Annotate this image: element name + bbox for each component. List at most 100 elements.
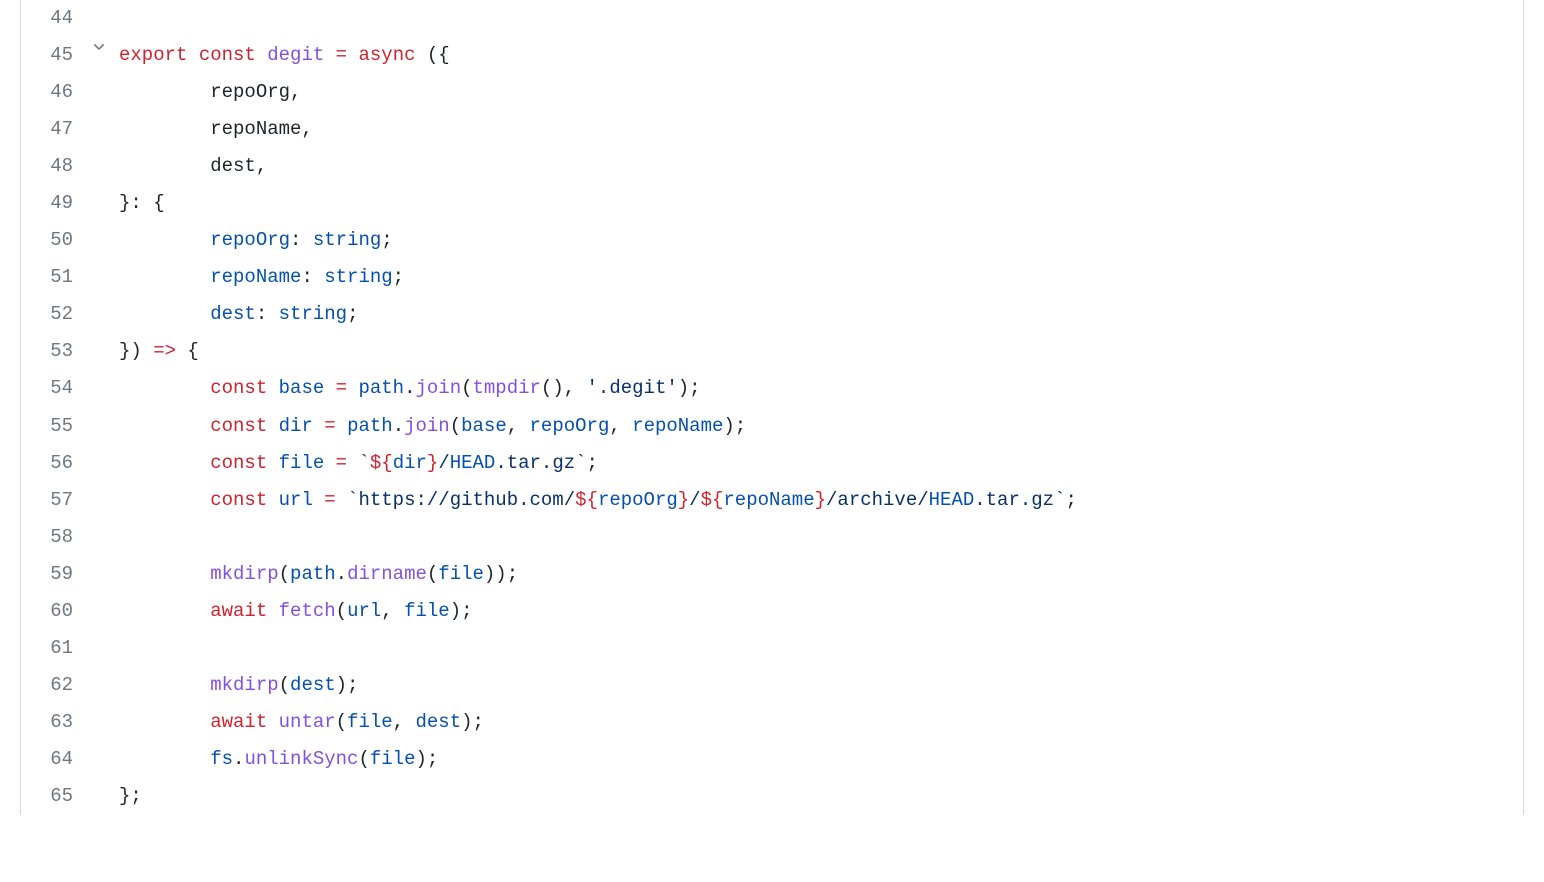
line-number[interactable]: 47 xyxy=(21,111,91,148)
line-number[interactable]: 61 xyxy=(21,630,91,667)
code-line[interactable]: 50 repoOrg: string; xyxy=(21,222,1523,259)
code-content[interactable]: await untar(file, dest); xyxy=(119,704,1523,741)
code-content[interactable]: mkdirp(dest); xyxy=(119,667,1523,704)
fold-toggle-icon[interactable] xyxy=(91,37,119,55)
code-line[interactable]: 57 const url = `https://github.com/${rep… xyxy=(21,482,1523,519)
syntax-token xyxy=(119,748,210,770)
line-number[interactable]: 54 xyxy=(21,370,91,407)
line-number[interactable]: 59 xyxy=(21,556,91,593)
line-number[interactable]: 55 xyxy=(21,408,91,445)
line-number[interactable]: 49 xyxy=(21,185,91,222)
code-line[interactable]: 54 const base = path.join(tmpdir(), '.de… xyxy=(21,370,1523,407)
syntax-token: , xyxy=(393,711,416,733)
code-content[interactable]: }; xyxy=(119,778,1523,815)
syntax-token xyxy=(267,377,278,399)
fold-gutter-spacer xyxy=(91,593,119,595)
syntax-token: ; xyxy=(381,229,392,251)
syntax-token xyxy=(267,711,278,733)
syntax-token: join xyxy=(415,377,461,399)
line-number[interactable]: 48 xyxy=(21,148,91,185)
line-number[interactable]: 65 xyxy=(21,778,91,815)
code-content[interactable]: dest, xyxy=(119,148,1523,185)
code-content[interactable]: await fetch(url, file); xyxy=(119,593,1523,630)
syntax-token: ); xyxy=(461,711,484,733)
code-line[interactable]: 56 const file = `${dir}/HEAD.tar.gz`; xyxy=(21,445,1523,482)
line-number[interactable]: 45 xyxy=(21,37,91,74)
code-content[interactable] xyxy=(119,519,1523,556)
syntax-token: fetch xyxy=(279,600,336,622)
code-content[interactable]: const file = `${dir}/HEAD.tar.gz`; xyxy=(119,445,1523,482)
code-line[interactable]: 61 xyxy=(21,630,1523,667)
syntax-token: /archive/ xyxy=(826,489,929,511)
syntax-token: fs xyxy=(210,748,233,770)
code-content[interactable]: export const degit = async ({ xyxy=(119,37,1523,74)
code-line[interactable]: 65}; xyxy=(21,778,1523,815)
syntax-token xyxy=(119,452,210,474)
syntax-token xyxy=(324,452,335,474)
code-content[interactable]: const url = `https://github.com/${repoOr… xyxy=(119,482,1523,519)
syntax-token: mkdirp xyxy=(210,674,278,696)
line-number[interactable]: 53 xyxy=(21,333,91,370)
code-line[interactable]: 51 repoName: string; xyxy=(21,259,1523,296)
code-content[interactable]: repoName: string; xyxy=(119,259,1523,296)
line-number[interactable]: 44 xyxy=(21,0,91,37)
code-content[interactable] xyxy=(119,630,1523,667)
syntax-token: url xyxy=(279,489,313,511)
code-content[interactable]: repoName, xyxy=(119,111,1523,148)
code-line[interactable]: 63 await untar(file, dest); xyxy=(21,704,1523,741)
syntax-token: = xyxy=(336,452,347,474)
line-number[interactable]: 60 xyxy=(21,593,91,630)
code-line[interactable]: 45 export const degit = async ({ xyxy=(21,37,1523,74)
code-line[interactable]: 52 dest: string; xyxy=(21,296,1523,333)
line-number[interactable]: 62 xyxy=(21,667,91,704)
code-content[interactable]: const base = path.join(tmpdir(), '.degit… xyxy=(119,370,1523,407)
fold-gutter-spacer xyxy=(91,296,119,298)
code-line[interactable]: 46 repoOrg, xyxy=(21,74,1523,111)
code-line[interactable]: 49 }: { xyxy=(21,185,1523,222)
syntax-token xyxy=(119,563,210,585)
code-line[interactable]: 44 xyxy=(21,0,1523,37)
syntax-token: = xyxy=(324,415,335,437)
code-content[interactable]: const dir = path.join(base, repoOrg, rep… xyxy=(119,408,1523,445)
line-number[interactable]: 64 xyxy=(21,741,91,778)
code-content[interactable]: fs.unlinkSync(file); xyxy=(119,741,1523,778)
syntax-token: } xyxy=(427,452,438,474)
code-content[interactable]: }) => { xyxy=(119,333,1523,370)
syntax-token: (), xyxy=(541,377,587,399)
line-number[interactable]: 58 xyxy=(21,519,91,556)
syntax-token: const xyxy=(210,377,267,399)
syntax-token: = xyxy=(336,44,347,66)
code-line[interactable]: 62 mkdirp(dest); xyxy=(21,667,1523,704)
fold-gutter-spacer xyxy=(91,74,119,76)
syntax-token: path xyxy=(358,377,404,399)
code-line[interactable]: 47 repoName, xyxy=(21,111,1523,148)
line-number[interactable]: 63 xyxy=(21,704,91,741)
code-line[interactable]: 55 const dir = path.join(base, repoOrg, … xyxy=(21,408,1523,445)
code-line[interactable]: 58 xyxy=(21,519,1523,556)
code-content[interactable]: dest: string; xyxy=(119,296,1523,333)
fold-gutter-spacer xyxy=(91,0,119,2)
line-number[interactable]: 52 xyxy=(21,296,91,333)
syntax-token: base xyxy=(279,377,325,399)
syntax-token: = xyxy=(324,489,335,511)
line-number[interactable]: 51 xyxy=(21,259,91,296)
code-line[interactable]: 64 fs.unlinkSync(file); xyxy=(21,741,1523,778)
line-number[interactable]: 46 xyxy=(21,74,91,111)
line-number[interactable]: 56 xyxy=(21,445,91,482)
code-content[interactable] xyxy=(119,0,1523,37)
code-line[interactable]: 53 }) => { xyxy=(21,333,1523,370)
code-line[interactable]: 59 mkdirp(path.dirname(file)); xyxy=(21,556,1523,593)
line-number[interactable]: 57 xyxy=(21,482,91,519)
syntax-token: '.degit' xyxy=(587,377,678,399)
code-content[interactable]: repoOrg, xyxy=(119,74,1523,111)
syntax-token: const xyxy=(210,452,267,474)
fold-gutter-spacer xyxy=(91,408,119,410)
code-line[interactable]: 60 await fetch(url, file); xyxy=(21,593,1523,630)
fold-gutter-spacer xyxy=(91,445,119,447)
code-content[interactable]: }: { xyxy=(119,185,1523,222)
code-line[interactable]: 48 dest, xyxy=(21,148,1523,185)
code-content[interactable]: mkdirp(path.dirname(file)); xyxy=(119,556,1523,593)
code-content[interactable]: repoOrg: string; xyxy=(119,222,1523,259)
syntax-token: tmpdir xyxy=(473,377,541,399)
line-number[interactable]: 50 xyxy=(21,222,91,259)
